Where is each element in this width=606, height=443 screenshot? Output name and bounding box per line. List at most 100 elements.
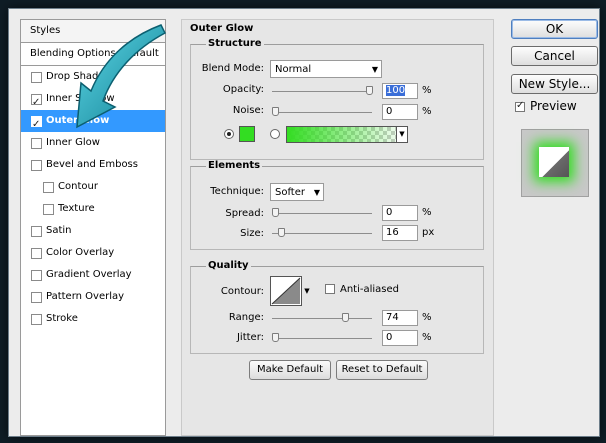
style-item-label: Inner Glow — [46, 137, 100, 148]
style-item-label: Gradient Overlay — [46, 269, 132, 280]
anti-aliased-checkbox[interactable] — [325, 284, 335, 294]
spread-label: Spread: — [225, 208, 264, 219]
size-unit: px — [422, 227, 435, 238]
style-item-label: Drop Shadow — [46, 71, 113, 82]
size-input[interactable]: 16 — [382, 225, 418, 241]
style-item-bevel-and-emboss[interactable]: Bevel and Emboss — [21, 154, 165, 176]
glow-color-swatch[interactable] — [239, 126, 255, 142]
gradient-dropdown-icon[interactable]: ▼ — [396, 127, 407, 142]
style-item-label: Outer Glow — [46, 115, 110, 126]
spread-slider[interactable] — [272, 213, 372, 214]
ok-button[interactable]: OK — [511, 19, 598, 39]
preview-square — [539, 147, 569, 177]
preview-label: Preview — [530, 99, 577, 113]
blend-mode-select[interactable]: Normal ▼ — [270, 60, 382, 78]
style-item-drop-shadow[interactable]: Drop Shadow — [21, 66, 165, 88]
style-item-color-overlay[interactable]: Color Overlay — [21, 242, 165, 264]
gradient-radio[interactable] — [270, 129, 280, 139]
style-item-label: Inner Shadow — [46, 93, 115, 104]
new-style-button[interactable]: New Style... — [511, 74, 598, 94]
structure-title: Structure — [206, 38, 264, 49]
style-item-contour[interactable]: Contour — [21, 176, 165, 198]
spread-input[interactable]: 0 — [382, 205, 418, 221]
styles-list-panel: Styles Blending Options: Default Drop Sh… — [20, 19, 166, 436]
opacity-slider[interactable] — [272, 91, 372, 92]
technique-label: Technique: — [210, 186, 264, 197]
preview-checkbox[interactable] — [515, 100, 525, 112]
size-label: Size: — [240, 228, 264, 239]
make-default-button[interactable]: Make Default — [249, 360, 331, 380]
jitter-label: Jitter: — [236, 332, 264, 343]
spread-unit: % — [422, 207, 432, 218]
style-checkbox[interactable] — [31, 248, 42, 259]
style-checkbox[interactable] — [31, 292, 42, 303]
style-item-label: Satin — [46, 225, 72, 236]
style-checkbox[interactable] — [31, 160, 42, 171]
opacity-label: Opacity: — [222, 84, 264, 95]
style-item-label: Color Overlay — [46, 247, 115, 258]
jitter-unit: % — [422, 332, 432, 343]
chevron-down-icon: ▼ — [371, 65, 378, 74]
style-checkbox[interactable] — [31, 226, 42, 237]
style-item-outer-glow[interactable]: Outer Glow — [21, 110, 165, 132]
style-item-pattern-overlay[interactable]: Pattern Overlay — [21, 286, 165, 308]
style-item-inner-glow[interactable]: Inner Glow — [21, 132, 165, 154]
contour-dropdown-icon[interactable]: ▼ — [303, 276, 311, 306]
style-item-gradient-overlay[interactable]: Gradient Overlay — [21, 264, 165, 286]
style-checkbox[interactable] — [31, 270, 42, 281]
style-checkbox[interactable] — [43, 182, 54, 193]
reset-to-default-button[interactable]: Reset to Default — [336, 360, 428, 380]
blending-options-item[interactable]: Blending Options: Default — [21, 43, 165, 66]
technique-value: Softer — [275, 187, 305, 198]
style-item-label: Stroke — [46, 313, 78, 324]
blend-mode-label: Blend Mode: — [201, 63, 264, 74]
opacity-slider-thumb[interactable] — [366, 86, 373, 95]
style-checkbox[interactable] — [31, 314, 42, 325]
range-slider[interactable] — [272, 318, 372, 319]
style-item-label: Bevel and Emboss — [46, 159, 138, 170]
outer-glow-settings: Outer Glow Structure Blend Mode: Normal … — [181, 19, 494, 436]
style-item-inner-shadow[interactable]: Inner Shadow — [21, 88, 165, 110]
style-checkbox[interactable] — [31, 92, 42, 110]
noise-slider-thumb[interactable] — [272, 107, 279, 116]
anti-aliased-label: Anti-aliased — [340, 284, 400, 295]
style-checkbox[interactable] — [43, 204, 54, 215]
range-label: Range: — [228, 312, 264, 323]
jitter-slider[interactable] — [272, 338, 372, 339]
style-item-satin[interactable]: Satin — [21, 220, 165, 242]
style-preview — [521, 129, 589, 197]
style-item-stroke[interactable]: Stroke — [21, 308, 165, 330]
contour-label: Contour: — [220, 286, 264, 297]
quality-title: Quality — [206, 260, 251, 271]
solid-color-radio[interactable] — [224, 129, 234, 139]
styles-header[interactable]: Styles — [21, 20, 165, 43]
range-input[interactable]: 74 — [382, 310, 418, 326]
spread-slider-thumb[interactable] — [272, 208, 279, 217]
noise-label: Noise: — [232, 105, 264, 116]
style-item-label: Contour — [58, 181, 98, 192]
style-item-texture[interactable]: Texture — [21, 198, 165, 220]
range-unit: % — [422, 312, 432, 323]
style-checkbox[interactable] — [31, 138, 42, 149]
technique-select[interactable]: Softer ▼ — [270, 183, 324, 201]
noise-unit: % — [422, 106, 432, 117]
noise-slider[interactable] — [272, 112, 372, 113]
style-item-label: Pattern Overlay — [46, 291, 125, 302]
blend-mode-value: Normal — [275, 64, 312, 75]
layer-style-dialog: Styles Blending Options: Default Drop Sh… — [8, 8, 600, 437]
gradient-picker[interactable]: ▼ — [286, 126, 408, 143]
style-checkbox[interactable] — [31, 72, 42, 83]
style-item-label: Texture — [58, 203, 95, 214]
opacity-input[interactable]: 100 — [382, 83, 418, 99]
contour-preview[interactable] — [270, 276, 302, 306]
range-slider-thumb[interactable] — [341, 313, 349, 322]
noise-input[interactable]: 0 — [382, 104, 418, 120]
contour-curve-icon — [271, 277, 301, 305]
cancel-button[interactable]: Cancel — [511, 46, 598, 66]
style-checkbox[interactable] — [31, 114, 42, 132]
opacity-unit: % — [422, 85, 432, 96]
size-slider-thumb[interactable] — [278, 228, 286, 237]
jitter-slider-thumb[interactable] — [272, 333, 279, 342]
size-slider[interactable] — [272, 233, 372, 234]
jitter-input[interactable]: 0 — [382, 330, 418, 346]
